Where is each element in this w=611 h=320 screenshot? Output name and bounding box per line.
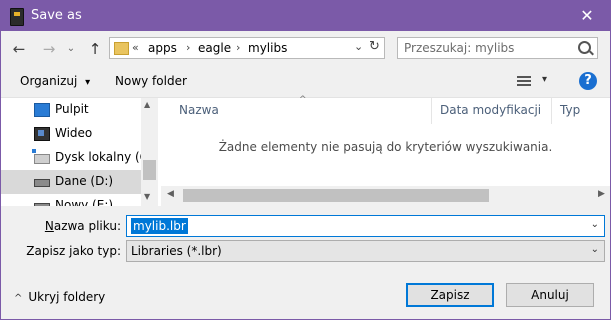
close-button[interactable]: ✕ [564,1,610,31]
scroll-up-button[interactable]: ▲ [144,100,150,109]
title-bar[interactable]: Save as ✕ [1,1,610,31]
refresh-icon[interactable]: ↻ [369,39,380,54]
search-placeholder: Przeszukaj: mylibs [404,41,515,55]
tree-item-wideo[interactable]: Wideo [1,122,141,146]
desktop-icon [34,103,50,117]
empty-message: Żadne elementy nie pasują do kryteriów w… [218,140,553,154]
recent-locations-dropdown[interactable]: ⌄ [61,39,81,59]
tree-item-label: Wideo [55,126,93,140]
sort-indicator: ^ [299,95,307,105]
tree-item-nowy-e[interactable]: Nowy (E:) [1,194,141,206]
breadcrumb-separator[interactable]: › [186,41,190,54]
tree-item-label: Pulpit [55,102,89,116]
filename-label: Nazwa pliku: [44,219,121,233]
forward-button[interactable]: → [39,39,59,59]
cancel-button[interactable]: Anuluj [506,283,594,307]
breadcrumb-mylibs[interactable]: mylibs [248,41,287,55]
breadcrumb-apps[interactable]: apps [148,41,177,55]
scrollbar-thumb[interactable] [143,160,156,180]
column-divider[interactable] [431,98,432,124]
tree-item-dane-d[interactable]: Dane (D:) [1,170,141,194]
tree-item-local-disk-c[interactable]: Dysk lokalny (C:) [1,146,141,170]
drive-icon [34,203,50,206]
video-icon [34,127,50,141]
filename-value: mylib.lbr [131,218,188,234]
breadcrumb-separator[interactable]: › [236,41,240,54]
search-icon[interactable] [578,41,591,54]
command-bar: Organizuj ▾ Nowy folder ▾ ? [1,67,610,97]
column-header-type[interactable]: Typ [560,103,580,117]
file-list-horizontal-scrollbar[interactable]: ◀ ▶ [161,186,610,206]
local-disk-icon [32,149,50,164]
back-button[interactable]: ← [9,39,29,59]
save-button[interactable]: Zapisz [406,283,494,307]
folder-icon [114,42,129,55]
column-divider[interactable] [551,98,552,124]
filetype-select[interactable]: Libraries (*.lbr) ⌄ [126,240,605,262]
search-input[interactable]: Przeszukaj: mylibs [397,37,598,59]
scroll-down-button[interactable]: ▼ [144,192,150,201]
breadcrumb-eagle[interactable]: eagle [198,41,231,55]
hide-folders-button[interactable]: ^ Ukryj foldery [14,290,105,304]
organize-label: Organizuj [20,74,78,88]
navigation-pane: Pulpit Wideo Dysk lokalny (C:) Dane (D:)… [1,98,141,206]
window-title: Save as [31,8,82,23]
address-dropdown-button[interactable]: ⌄ [354,40,363,53]
view-options-icon[interactable] [517,76,531,87]
filename-row: Nazwa pliku: mylib.lbr ⌄ [1,215,610,237]
navigation-pane-scrollbar[interactable]: ▲ ▼ [141,98,158,206]
filename-history-dropdown[interactable]: ⌄ [591,219,599,230]
hide-folders-label: Ukryj foldery [28,290,106,304]
column-header-name[interactable]: Nazwa [179,103,219,117]
view-dropdown-button[interactable]: ▾ [542,74,547,85]
new-folder-button[interactable]: Nowy folder [115,74,187,88]
dialog-footer: ^ Ukryj foldery Zapisz Anuluj [1,271,610,319]
scrollbar-thumb[interactable] [183,189,489,202]
chevron-up-icon: ^ [14,293,23,304]
chevron-down-icon: ⌄ [590,244,599,255]
navigation-bar: ← → ⌄ ↑ « apps › eagle › mylibs ⌄ ↻ Prze… [1,31,610,67]
filename-field[interactable]: mylib.lbr ⌄ [126,215,605,237]
filetype-value: Libraries (*.lbr) [131,244,222,258]
scroll-left-button[interactable]: ◀ [167,189,174,199]
drive-icon [34,179,50,187]
organize-menu-button[interactable]: Organizuj ▾ [20,74,90,88]
scroll-right-button[interactable]: ▶ [598,189,605,199]
tree-item-label: Dane (D:) [55,174,114,188]
tree-item-label: Nowy (E:) [55,198,114,206]
column-header-date-modified[interactable]: Data modyfikacji [440,103,541,117]
help-icon[interactable]: ? [579,72,597,90]
overflow-chevron[interactable]: « [132,41,139,54]
browser-pane: Pulpit Wideo Dysk lokalny (C:) Dane (D:)… [1,95,610,206]
tree-item-label: Dysk lokalny (C:) [55,150,141,164]
tree-item-pulpit[interactable]: Pulpit [1,98,141,122]
address-bar[interactable]: « apps › eagle › mylibs ⌄ ↻ [109,37,385,59]
save-as-dialog: Save as ✕ ← → ⌄ ↑ « apps › eagle › mylib… [0,0,611,320]
up-button[interactable]: ↑ [85,39,105,59]
chevron-down-icon: ▾ [85,77,91,88]
filetype-label: Zapisz jako typ: [26,244,121,258]
filetype-row: Zapisz jako typ: Libraries (*.lbr) ⌄ [1,240,610,262]
app-icon [10,8,24,26]
